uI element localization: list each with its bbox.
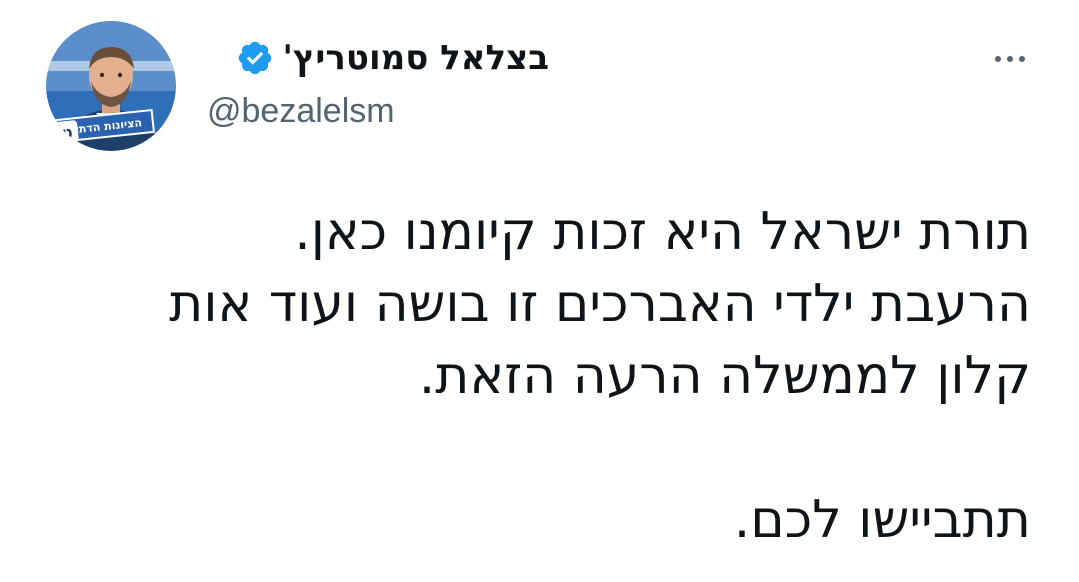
author-handle[interactable]: @bezalelsm	[207, 92, 395, 131]
avatar-party-letter: ט	[54, 119, 80, 145]
verified-badge-icon	[236, 39, 274, 77]
tweet-line: הרעבת ילדי האברכים זו בושה ועוד אות	[169, 274, 1031, 334]
tweet-line: תורת ישראל היא זכות קיומנו כאן.	[294, 202, 1031, 262]
author-display-name[interactable]: בצלאל סמוטריץ'	[282, 38, 549, 78]
more-options-button[interactable]	[984, 44, 1036, 74]
tweet-text: תורת ישראל היא זכות קיומנו כאן. הרעבת יל…	[41, 196, 1031, 556]
avatar-badge-text: הציונות הדתית	[67, 115, 143, 137]
tweet-line: תתביישו לכם.	[733, 490, 1031, 550]
more-options-icon	[992, 56, 1028, 62]
tweet-line: קלון לממשלה הרעה הזאת.	[418, 346, 1031, 406]
tweet-card: הציונות הדתית ט בצלאל סמוטריץ' @bezalels…	[0, 0, 1079, 582]
author-name-row[interactable]: בצלאל סמוטריץ'	[236, 38, 549, 78]
avatar[interactable]: הציונות הדתית ט	[46, 21, 176, 151]
avatar-badge-letter: ט	[60, 121, 74, 143]
